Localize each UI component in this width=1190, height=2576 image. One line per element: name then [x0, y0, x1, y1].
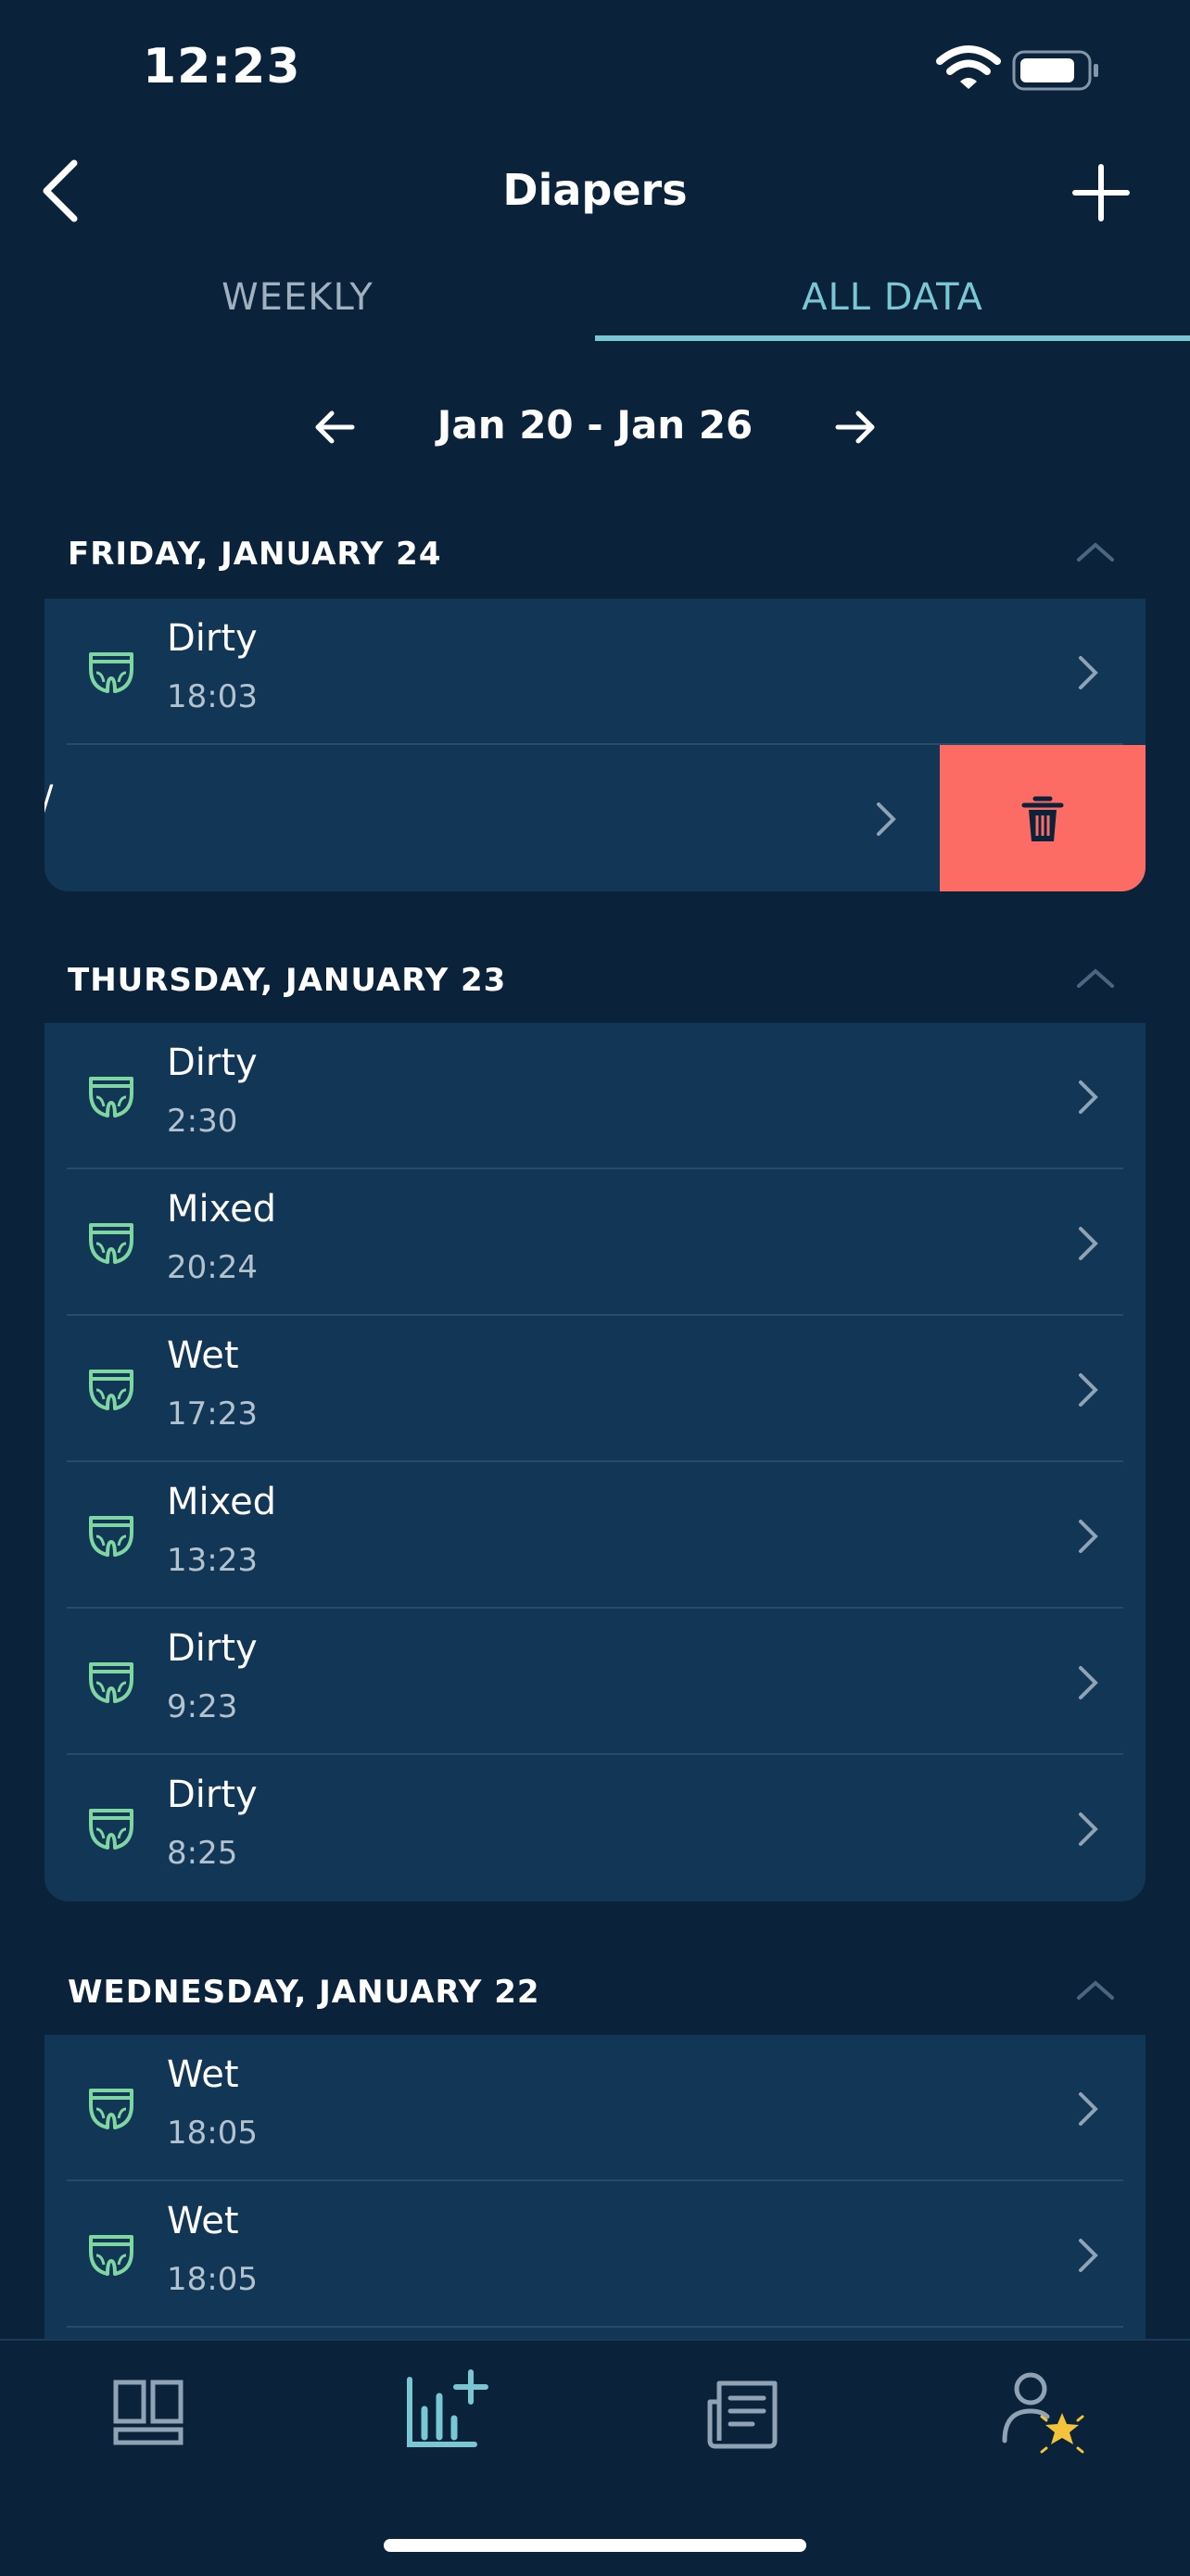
- list-item[interactable]: Wet 18:05: [44, 2035, 1146, 2181]
- diaper-time: 13:23: [167, 1542, 258, 1579]
- date-range-label: Jan 20 - Jan 26: [437, 402, 753, 448]
- diaper-type: Mixed: [167, 1188, 277, 1231]
- diaper-type: Dirty: [167, 1042, 258, 1084]
- list-item[interactable]: Dirty 8:25: [44, 1755, 1146, 1901]
- chevron-right-icon: [1077, 1811, 1099, 1851]
- tab-weekly[interactable]: WEEKLY: [0, 276, 595, 319]
- diaper-type: Dirty: [167, 1627, 258, 1670]
- diaper-icon: [85, 1069, 137, 1125]
- section-header-friday: FRIDAY, JANUARY 24: [68, 536, 442, 573]
- add-chart-icon: [407, 2369, 488, 2447]
- plus-icon: [1072, 164, 1130, 221]
- chevron-right-icon: [1077, 1079, 1099, 1119]
- diaper-time: 18:03: [167, 678, 258, 715]
- next-week-button[interactable]: [832, 404, 879, 450]
- chevron-up-icon: [1077, 542, 1114, 562]
- list-item[interactable]: Mixed 13:23: [44, 1462, 1146, 1609]
- diaper-icon: [85, 1362, 137, 1418]
- chevron-up-icon: [1077, 1980, 1114, 2000]
- diaper-icon: [85, 2081, 137, 2137]
- collapse-section-button[interactable]: [1075, 966, 1116, 995]
- diaper-type: Mixed: [167, 1481, 277, 1523]
- status-time: 12:23: [143, 39, 301, 95]
- list-item[interactable]: Dirty 18:03: [44, 599, 1146, 745]
- nav-profile[interactable]: [1001, 2370, 1086, 2457]
- diaper-icon: [85, 1655, 137, 1711]
- diaper-type: Dirty: [167, 617, 258, 660]
- list-item[interactable]: Wet 17:23: [44, 1316, 1146, 1462]
- chevron-right-icon: [1077, 1518, 1099, 1559]
- collapse-section-button[interactable]: [1075, 539, 1116, 569]
- wifi-icon: [936, 44, 1001, 95]
- diaper-time: 2:30: [167, 1103, 238, 1140]
- list-item[interactable]: Dirty 2:30: [44, 1023, 1146, 1169]
- collapse-section-button[interactable]: [1075, 1977, 1116, 2007]
- section-header-thursday: THURSDAY, JANUARY 23: [68, 962, 507, 999]
- chevron-right-icon: [875, 801, 897, 841]
- list-item[interactable]: Wet 18:05: [44, 2181, 1146, 2328]
- chevron-right-icon: [1077, 2090, 1099, 2131]
- list-item[interactable]: Mixed 20:24: [44, 1169, 1146, 1316]
- friday-card: Dirty 18:03 /: [44, 599, 1146, 891]
- nav-dashboard[interactable]: [113, 2380, 184, 2450]
- diaper-time: 17:23: [167, 1395, 258, 1433]
- battery-icon: [1012, 50, 1101, 95]
- diaper-time: 18:05: [167, 2115, 258, 2152]
- chevron-right-icon: [1077, 654, 1099, 695]
- active-tab-indicator: [595, 335, 1190, 341]
- list-item[interactable]: Dirty 9:23: [44, 1609, 1146, 1755]
- diaper-time: 20:24: [167, 1249, 258, 1286]
- articles-icon: [707, 2380, 778, 2449]
- home-indicator: [384, 2539, 806, 2552]
- chevron-right-icon: [1077, 1371, 1099, 1412]
- chevron-right-icon: [1077, 1225, 1099, 1266]
- diaper-icon: [85, 645, 137, 701]
- diaper-icon: [85, 1216, 137, 1271]
- diaper-icon: [85, 1801, 137, 1857]
- row-fragment: /: [44, 778, 53, 821]
- dashboard-icon: [113, 2380, 184, 2445]
- diaper-time: 9:23: [167, 1688, 238, 1725]
- arrow-right-icon: [835, 410, 875, 444]
- tab-all-data[interactable]: ALL DATA: [595, 276, 1190, 319]
- chevron-up-icon: [1077, 968, 1114, 988]
- diaper-type: Wet: [167, 1334, 239, 1377]
- delete-button[interactable]: [940, 745, 1146, 891]
- diaper-type: Wet: [167, 2053, 239, 2096]
- diaper-icon: [85, 1509, 137, 1564]
- nav-articles[interactable]: [706, 2380, 779, 2454]
- diaper-type: Wet: [167, 2200, 239, 2242]
- nav-add-data[interactable]: [406, 2368, 489, 2452]
- thursday-card: Dirty 2:30 Mixed 20:24 Wet 17:23 Mixed 1…: [44, 1023, 1146, 1901]
- diaper-time: 18:05: [167, 2261, 258, 2298]
- diaper-icon: [85, 2228, 137, 2283]
- wednesday-card: Wet 18:05 Wet 18:05: [44, 2035, 1146, 2341]
- divider: [67, 2326, 1123, 2328]
- diaper-type: Dirty: [167, 1774, 258, 1816]
- profile-star-icon: [1002, 2372, 1084, 2454]
- chevron-right-icon: [1077, 2237, 1099, 2278]
- section-header-wednesday: WEDNESDAY, JANUARY 22: [68, 1974, 540, 2011]
- diaper-time: 8:25: [167, 1835, 238, 1872]
- add-button[interactable]: [1071, 163, 1131, 222]
- page-title: Diapers: [502, 165, 688, 215]
- chevron-right-icon: [1077, 1664, 1099, 1705]
- trash-icon: [1021, 796, 1064, 841]
